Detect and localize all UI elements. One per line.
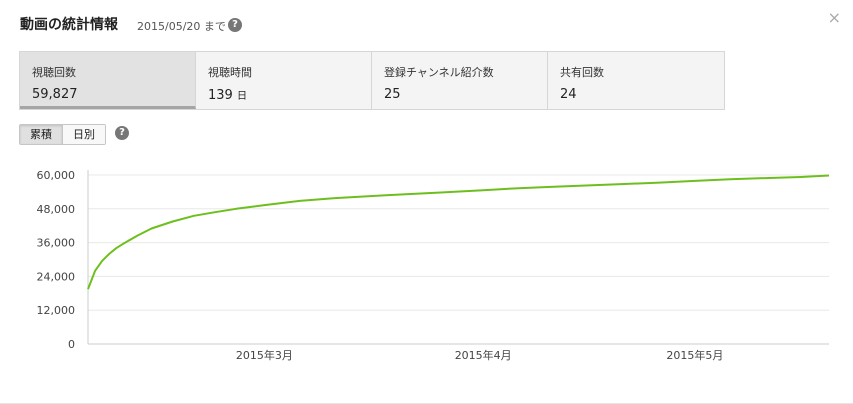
stat-value: 24 (560, 87, 577, 102)
close-icon[interactable]: × (828, 8, 841, 27)
x-tick-label: 2015年4月 (455, 348, 512, 362)
stat-label: 登録チャンネル紹介数 (384, 66, 494, 79)
stat-subscribers[interactable]: 登録チャンネル紹介数 25 (372, 52, 548, 109)
views-line-chart: 60,000 48,000 36,000 24,000 12,000 0 2015年3月 20… (37, 169, 830, 362)
y-tick-label: 60,000 (37, 169, 76, 182)
x-tick-label: 2015年3月 (236, 348, 293, 362)
x-tick-label: 2015年5月 (666, 348, 723, 362)
stat-watch-time[interactable]: 視聴時間 139 日 (196, 52, 372, 109)
stat-shares[interactable]: 共有回数 24 (548, 52, 724, 109)
stat-label: 視聴回数 (32, 66, 76, 79)
stat-views[interactable]: 視聴回数 59,827 (20, 52, 196, 109)
y-tick-label: 0 (68, 338, 75, 351)
help-icon[interactable]: ? (228, 18, 242, 32)
date-note: 2015/05/20 まで (137, 20, 226, 33)
stat-label: 共有回数 (560, 66, 604, 79)
stat-value: 25 (384, 87, 401, 102)
stat-unit: 日 (236, 91, 247, 102)
y-tick-label: 48,000 (37, 203, 76, 216)
help-icon[interactable]: ? (115, 126, 129, 140)
view-mode-toggle: 累積 日別 (19, 124, 106, 145)
stat-value: 139 日 (208, 88, 247, 103)
stats-tabs: 視聴回数 59,827 視聴時間 139 日 登録チャンネル紹介数 25 共有回… (19, 51, 725, 110)
y-tick-label: 12,000 (37, 304, 76, 317)
cumulative-toggle-button[interactable]: 累積 (20, 125, 62, 144)
stat-label: 視聴時間 (208, 66, 252, 79)
daily-toggle-button[interactable]: 日別 (62, 125, 105, 144)
y-tick-label: 24,000 (37, 270, 76, 283)
stat-value: 59,827 (32, 87, 78, 102)
series-line (87, 174, 830, 290)
y-tick-label: 36,000 (37, 237, 76, 250)
page-title: 動画の統計情報 (20, 17, 118, 33)
